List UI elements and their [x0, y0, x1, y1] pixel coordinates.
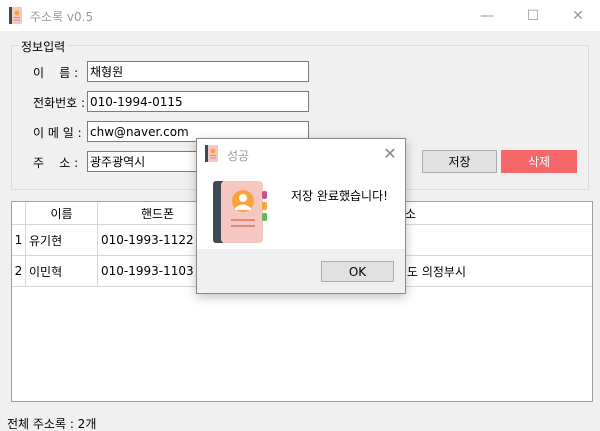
status-text: 전체 주소록 : 2개 [7, 417, 97, 431]
name-label: 이 름 : [33, 66, 79, 80]
dialog-title: 성공 [227, 149, 250, 163]
name-input[interactable] [87, 61, 309, 82]
dialog-title-bar: 성공 ✕ [197, 139, 405, 168]
save-button[interactable]: 저장 [422, 150, 497, 173]
close-button[interactable]: ✕ [555, 0, 600, 31]
cell-name[interactable]: 이민혁 [26, 256, 98, 286]
address-book-icon [205, 145, 218, 162]
address-book-icon [213, 181, 267, 243]
cell-name[interactable]: 유기현 [26, 225, 98, 255]
window-title: 주소록 v0.5 [30, 10, 94, 24]
main-window: 주소록 v0.5 — ☐ ✕ 정보입력 이 름 : 전화번호 : 이 메 일 :… [0, 0, 600, 431]
phone-label: 전화번호 : [33, 96, 86, 110]
row-header-corner [12, 202, 26, 225]
success-dialog: 성공 ✕ 저장 완료했습니다! OK [196, 138, 406, 294]
group-legend: 정보입력 [19, 38, 68, 55]
dialog-close-button[interactable]: ✕ [380, 143, 400, 163]
dialog-message: 저장 완료했습니다! [291, 189, 388, 203]
maximize-button[interactable]: ☐ [510, 0, 556, 31]
address-book-icon [9, 7, 22, 24]
address-label: 주 소 : [33, 156, 79, 170]
ok-button[interactable]: OK [321, 261, 394, 282]
row-number: 2 [12, 256, 26, 286]
email-label: 이 메 일 : [33, 126, 82, 140]
column-header-name[interactable]: 이름 [26, 202, 98, 225]
delete-button[interactable]: 삭제 [501, 150, 577, 173]
title-bar: 주소록 v0.5 — ☐ ✕ [0, 0, 600, 31]
dialog-body: 저장 완료했습니다! [197, 168, 405, 249]
row-number: 1 [12, 225, 26, 255]
minimize-button[interactable]: — [464, 0, 510, 31]
phone-input[interactable] [87, 91, 309, 112]
